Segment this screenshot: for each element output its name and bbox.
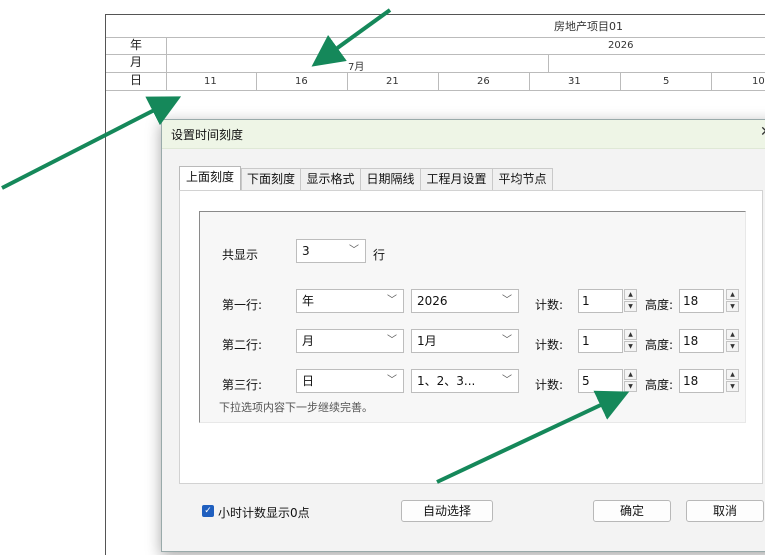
arrow-icon [311,8,392,67]
arrow-icon [436,390,630,484]
annotation-arrows [1,8,630,484]
arrow-icon [1,96,182,190]
